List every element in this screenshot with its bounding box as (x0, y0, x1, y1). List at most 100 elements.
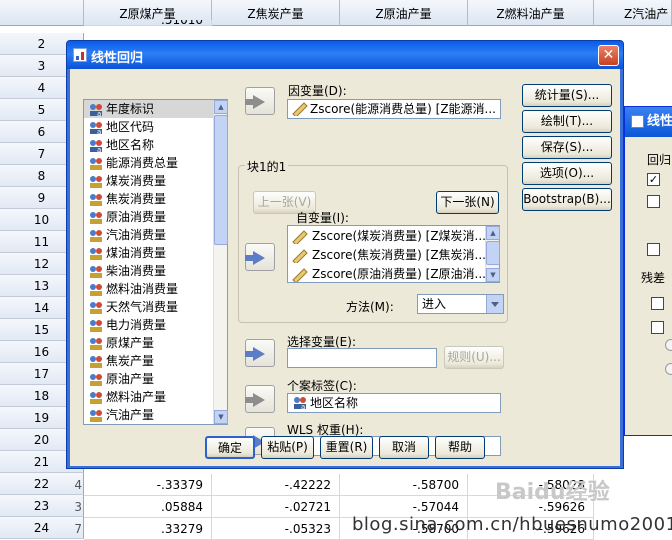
variable-list-item[interactable]: 煤炭消费量 (84, 172, 227, 190)
help-button[interactable]: 帮助 (435, 436, 485, 459)
cell[interactable]: -.05323 (212, 518, 340, 540)
ok-button[interactable]: 确定 (205, 436, 255, 459)
variable-list-item[interactable]: 天然气消费量 (84, 298, 227, 316)
plots-button[interactable]: 绘制(T)... (522, 110, 612, 133)
variable-list-item[interactable]: 煤油消费量 (84, 244, 227, 262)
next-block-button[interactable]: 下一张(N) (436, 191, 499, 214)
variable-label: 焦炭产量 (106, 354, 155, 368)
dependent-field[interactable]: Zscore(能源消费总量) [Z能源消... (287, 99, 501, 119)
scroll-down-icon[interactable]: ▼ (214, 410, 228, 424)
variable-list-item[interactable]: 能源消费总量 (84, 154, 227, 172)
cell[interactable]: .51010 (84, 20, 212, 26)
scroll-thumb[interactable] (214, 115, 228, 245)
dialog-title: 线性回归 (91, 51, 144, 66)
reset-button[interactable]: 重置(R) (320, 436, 373, 459)
paste-button[interactable]: 粘贴(P) (261, 436, 314, 459)
variable-label: 柴油消费量 (106, 264, 167, 278)
radio[interactable] (665, 339, 672, 351)
case-label-field[interactable]: a 地区名称 (287, 393, 501, 413)
move-to-case-label-button[interactable] (245, 385, 275, 413)
cell[interactable]: -.58700 (340, 474, 468, 496)
cell[interactable]: -.33379 (84, 474, 212, 496)
variable-list-item[interactable]: a 年度标识 (84, 100, 227, 118)
variable-label: 原油消费量 (106, 210, 167, 224)
checkbox[interactable] (651, 321, 664, 334)
variable-list-item[interactable]: 燃料油消费量 (84, 280, 227, 298)
scroll-thumb[interactable] (486, 241, 500, 265)
checkbox[interactable] (647, 195, 660, 208)
variable-label: 焦炭消费量 (106, 192, 167, 206)
independent-list-item[interactable]: Zscore(煤炭消费量) [Z煤炭消... (288, 227, 499, 245)
cell[interactable]: -.02721 (212, 496, 340, 518)
regression-icon (73, 48, 87, 62)
method-select[interactable]: 进入 (417, 294, 504, 314)
variable-list-item[interactable]: 焦炭消费量 (84, 190, 227, 208)
independent-label-text: Zscore(煤炭消费量) [Z煤炭消... (312, 229, 486, 243)
chevron-down-icon[interactable] (486, 295, 503, 313)
cell[interactable]: .05884 (84, 496, 212, 518)
scale-variable-icon (90, 248, 102, 260)
variable-label: 汽油消费量 (106, 228, 167, 242)
variable-list-item[interactable]: 柴油消费量 (84, 262, 227, 280)
cell[interactable]: -.42222 (212, 474, 340, 496)
checkbox[interactable] (651, 297, 664, 310)
watermark-logo: Baidu经验 (495, 480, 610, 505)
column-header[interactable]: Z汽油产 (594, 0, 672, 26)
independent-list[interactable]: Zscore(煤炭消费量) [Z煤炭消... Zscore(焦炭消费量) [Z焦炭… (287, 225, 500, 283)
cancel-button[interactable]: 取消 (379, 436, 429, 459)
ruler-icon (292, 268, 308, 282)
case-label-label: 个案标签(C): (287, 379, 357, 393)
options-button[interactable]: 选项(O)... (522, 162, 612, 185)
independent-list-item[interactable]: Zscore(原油消费量) [Z原油消... (288, 265, 499, 283)
radio[interactable] (665, 363, 672, 375)
variable-label: 煤油消费量 (106, 246, 167, 260)
close-button[interactable]: ✕ (598, 45, 619, 66)
scale-variable-icon (90, 266, 102, 278)
scroll-up-icon[interactable]: ▲ (486, 226, 500, 240)
block-label: 块1的1 (245, 158, 289, 175)
scale-variable-icon (90, 320, 102, 332)
column-header[interactable]: Z焦炭产量 (212, 0, 340, 26)
variable-list-scrollbar[interactable]: ▲ ▼ (213, 100, 228, 424)
move-to-independent-button[interactable] (245, 243, 275, 271)
checkbox[interactable]: ✓ (647, 173, 660, 186)
variable-list[interactable]: a 年度标识 a 地区代码 a 地区名称 能源消费总量 煤炭消费量焦炭消费量原油消费量汽油消费… (83, 99, 228, 425)
method-label: 方法(M): (346, 300, 394, 314)
variable-label: 地区代码 (106, 120, 155, 134)
variable-list-item[interactable]: 电力消费量 (84, 316, 227, 334)
scale-variable-icon (90, 194, 102, 206)
independent-list-item[interactable]: Zscore(焦炭消费量) [Z焦炭消... (288, 246, 499, 264)
variable-list-item[interactable]: 原油消费量 (84, 208, 227, 226)
variable-list-item[interactable]: 汽油产量 (84, 406, 227, 424)
scroll-up-icon[interactable]: ▲ (214, 100, 228, 114)
statistics-button[interactable]: 统计量(S)... (522, 84, 612, 107)
variable-list-item[interactable]: 燃料油产量 (84, 388, 227, 406)
scale-variable-icon (90, 392, 102, 404)
secondary-label: 回归 (647, 153, 672, 167)
checkbox[interactable] (647, 243, 660, 256)
independent-list-scrollbar[interactable]: ▲ ▼ (485, 226, 500, 282)
variable-list-item[interactable]: a 地区代码 (84, 118, 227, 136)
column-header[interactable]: Z燃料油产量 (468, 0, 594, 26)
scroll-down-icon[interactable]: ▼ (486, 268, 500, 282)
scale-variable-icon (90, 374, 102, 386)
column-header[interactable]: Z原油产量 (340, 0, 468, 26)
svg-text:a: a (301, 403, 305, 410)
variable-list-item[interactable]: 原油产量 (84, 370, 227, 388)
scale-variable-icon (90, 212, 102, 224)
variable-list-item[interactable]: 汽油消费量 (84, 226, 227, 244)
selection-field[interactable] (287, 348, 437, 368)
move-to-dependent-button[interactable] (245, 87, 275, 115)
bootstrap-button[interactable]: Bootstrap(B)... (522, 188, 612, 211)
rule-button[interactable]: 规则(U)... (444, 346, 504, 369)
move-to-selection-button[interactable] (245, 339, 275, 367)
variable-list-item[interactable]: 原煤产量 (84, 334, 227, 352)
variable-list-item[interactable]: 焦炭产量 (84, 352, 227, 370)
scale-variable-icon (90, 158, 102, 170)
save-button[interactable]: 保存(S)... (522, 136, 612, 159)
scale-variable-icon (90, 356, 102, 368)
cell[interactable]: .33279 (84, 518, 212, 540)
variable-list-item[interactable]: a 地区名称 (84, 136, 227, 154)
independent-label-text: Zscore(原油消费量) [Z原油消... (312, 267, 486, 281)
dialog-titlebar[interactable]: 线性回归 ✕ (67, 41, 623, 69)
